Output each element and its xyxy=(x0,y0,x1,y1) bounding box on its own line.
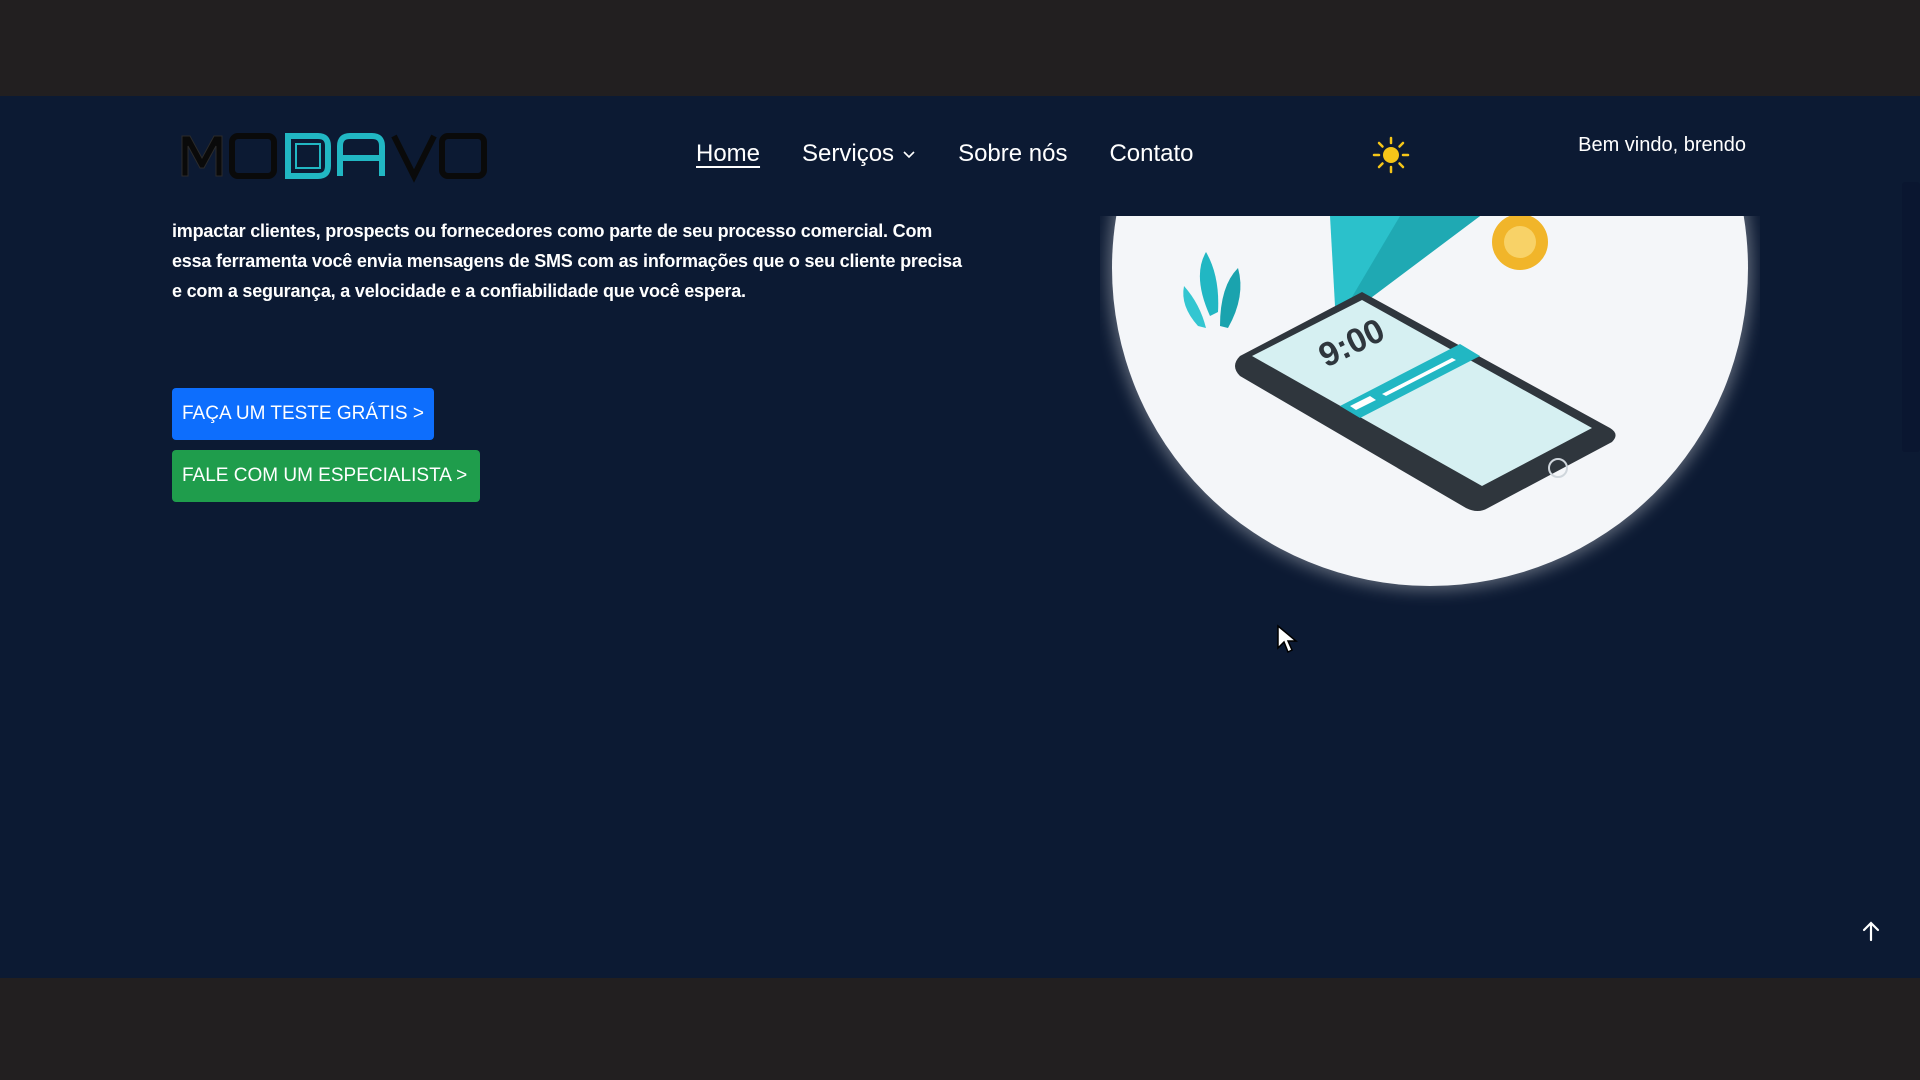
nav-servicos-label: Serviços xyxy=(802,140,895,167)
nav-home[interactable]: Home xyxy=(696,140,760,168)
nav-home-label: Home xyxy=(696,140,761,167)
scrollbar-thumb[interactable] xyxy=(1902,182,1920,452)
letterbox-bottom xyxy=(0,978,1920,1080)
free-trial-button[interactable]: FAÇA UM TESTE GRÁTIS > xyxy=(172,388,434,440)
main-nav: Home Serviços Sobre nós Contato xyxy=(696,140,1194,168)
sms-phone-illustration: 9:00 xyxy=(1108,216,1752,590)
nav-contato[interactable]: Contato xyxy=(1109,140,1193,168)
letterbox-top xyxy=(0,0,1920,96)
nav-servicos[interactable]: Serviços xyxy=(802,140,916,168)
chevron-down-icon xyxy=(903,151,915,159)
logo-graphic xyxy=(181,133,487,183)
site-header: Home Serviços Sobre nós Contato Bem vind… xyxy=(0,96,1920,216)
talk-specialist-label: FALE COM UM ESPECIALISTA > xyxy=(182,465,468,486)
nav-contato-label: Contato xyxy=(1109,140,1194,167)
talk-specialist-button[interactable]: FALE COM UM ESPECIALISTA > xyxy=(172,450,480,502)
hero-illustration: 9:00 xyxy=(1100,216,1760,616)
hero-description: impactar clientes, prospects ou forneced… xyxy=(172,221,962,301)
mouse-cursor-icon xyxy=(1277,624,1298,654)
sun-icon[interactable] xyxy=(1372,136,1410,174)
welcome-text: Bem vindo, brendo xyxy=(1578,134,1746,156)
page: Home Serviços Sobre nós Contato Bem vind… xyxy=(0,96,1920,978)
arrow-up-icon[interactable] xyxy=(1858,918,1884,944)
free-trial-label: FAÇA UM TESTE GRÁTIS > xyxy=(182,403,424,424)
nav-sobre-label: Sobre nós xyxy=(958,140,1068,167)
site-logo[interactable] xyxy=(178,126,488,184)
nav-sobre-nos[interactable]: Sobre nós xyxy=(958,140,1067,168)
